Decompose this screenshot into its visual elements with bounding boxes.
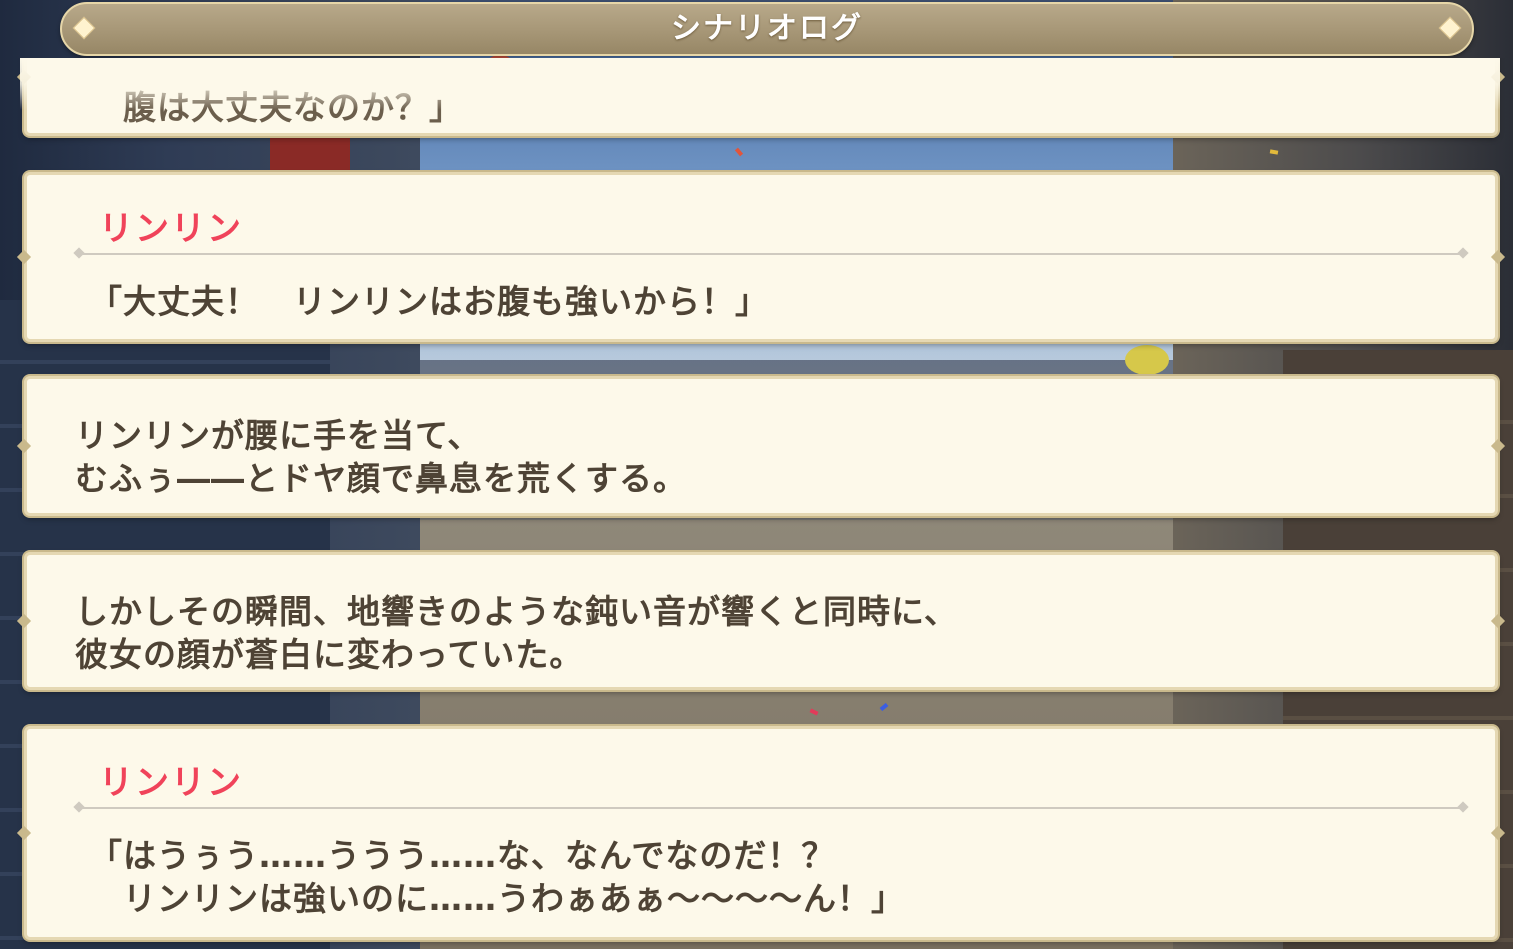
- narration-line: 彼女の顔が蒼白に変わっていた。: [75, 635, 584, 674]
- log-entry: しかしその瞬間、地響きのような鈍い音が響くと同時に、 彼女の顔が蒼白に変わってい…: [24, 552, 1498, 690]
- page-title: シナリオログ: [671, 11, 863, 46]
- dialogue-line: 「はうぅう……ううう……な、なんでなのだ！？: [89, 836, 836, 875]
- log-entry: リンリン 「はうぅう……ううう……な、なんでなのだ！？ リンリンは強いのに……う…: [24, 726, 1498, 940]
- log-entry: リンリンが腰に手を当て、 むふぅ――とドヤ顔で鼻息を荒くする。: [24, 376, 1498, 516]
- log-entry: リンリン 「大丈夫！ リンリンはお腹も強いから！」: [24, 172, 1498, 342]
- speaker-divider: [77, 253, 1465, 255]
- scenario-log-header: シナリオログ: [60, 2, 1474, 56]
- dialogue-line: 「大丈夫！ リンリンはお腹も強いから！」: [89, 282, 769, 321]
- scenario-log-list[interactable]: 腹は大丈夫なのか？」 リンリン 「大丈夫！ リンリンはお腹も強いから！」 リンリ…: [0, 58, 1513, 949]
- log-entry: 腹は大丈夫なのか？」: [24, 58, 1498, 136]
- narration-line: しかしその瞬間、地響きのような鈍い音が響くと同時に、: [75, 592, 959, 631]
- speaker-divider: [77, 807, 1465, 809]
- dialogue-line: 腹は大丈夫なのか？」: [89, 88, 463, 127]
- narration-line: リンリンが腰に手を当て、: [75, 416, 482, 455]
- speaker-name: リンリン: [99, 209, 243, 249]
- narration-line: むふぅ――とドヤ顔で鼻息を荒くする。: [75, 459, 687, 498]
- dialogue-line: リンリンは強いのに……うわぁあぁ～～～～ん！」: [89, 879, 905, 918]
- speaker-name: リンリン: [99, 763, 243, 803]
